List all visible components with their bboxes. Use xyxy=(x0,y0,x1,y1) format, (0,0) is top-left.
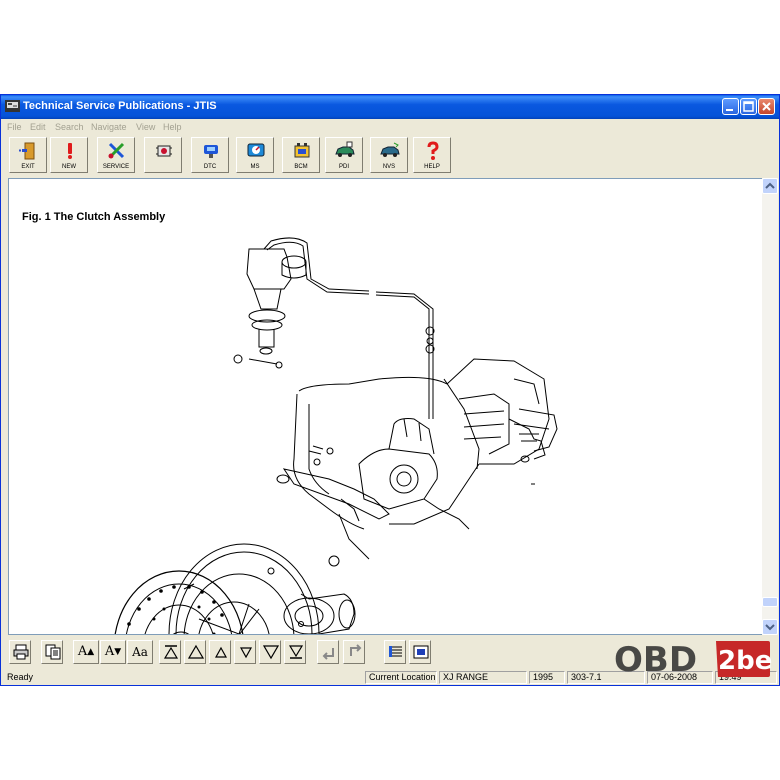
car-inspection-icon xyxy=(335,141,355,157)
battery-module-icon xyxy=(294,143,310,158)
menu-navigate[interactable]: Navigate xyxy=(91,122,127,132)
module-button[interactable] xyxy=(144,137,182,173)
menu-file[interactable]: File xyxy=(7,122,22,132)
ms-label: MS xyxy=(250,164,260,170)
exit-label: EXIT xyxy=(21,164,35,170)
chevron-up-icon xyxy=(765,182,775,189)
model-year: 1995 xyxy=(529,671,565,684)
first-page-button[interactable] xyxy=(159,640,181,664)
pdi-label: PDI xyxy=(338,164,349,170)
window-title: Technical Service Publications - JTIS xyxy=(23,100,217,112)
font-decrease-button[interactable]: A▼ xyxy=(100,640,126,664)
maximize-icon xyxy=(743,101,754,112)
small-triangle-down-icon xyxy=(239,647,253,659)
small-triangle-up-icon xyxy=(214,646,228,658)
service-label: SERVICE xyxy=(102,164,130,170)
document-view[interactable]: Fig. 1 The Clutch Assembly xyxy=(8,178,770,635)
forward-button[interactable] xyxy=(343,640,365,664)
exclamation-icon xyxy=(68,143,72,159)
next-section-button[interactable] xyxy=(259,640,281,664)
window-view-icon xyxy=(413,645,429,659)
help-label: HELP xyxy=(424,164,440,170)
obd2be-watermark: OBD 2be xyxy=(614,640,772,680)
title-bar[interactable]: Technical Service Publications - JTIS xyxy=(1,95,779,119)
close-button[interactable] xyxy=(758,98,775,115)
current-location-value: XJ RANGE xyxy=(439,671,527,684)
chevron-down-icon xyxy=(765,624,775,631)
watermark-obd: OBD xyxy=(614,640,697,680)
back-button[interactable] xyxy=(317,640,339,664)
exit-button[interactable]: EXIT xyxy=(9,137,47,173)
previous-section-button[interactable] xyxy=(184,640,206,664)
new-button[interactable]: NEW xyxy=(50,137,88,173)
clutch-assembly-diagram xyxy=(114,237,558,634)
new-label: NEW xyxy=(62,164,76,170)
menu-search[interactable]: Search xyxy=(55,122,84,132)
printer-icon xyxy=(13,644,29,660)
menu-edit[interactable]: Edit xyxy=(30,122,46,132)
minimize-icon xyxy=(726,109,733,111)
copy-button[interactable] xyxy=(41,640,63,664)
font-increase-button[interactable]: A▲ xyxy=(73,640,99,664)
app-icon xyxy=(5,100,20,112)
bcm-button[interactable]: BCM xyxy=(282,137,320,173)
minimize-button[interactable] xyxy=(722,98,739,115)
nvs-button[interactable]: NVS xyxy=(370,137,408,173)
car-icon xyxy=(380,142,400,157)
bcm-label: BCM xyxy=(294,164,308,170)
dtc-label: DTC xyxy=(203,164,217,170)
pdi-button[interactable]: PDI xyxy=(325,137,363,173)
list-icon xyxy=(389,646,402,657)
toolbar: EXIT NEW SERVICE DTC MS BCM PDI NVS HELP xyxy=(1,135,779,177)
triangle-up-icon xyxy=(188,644,204,659)
arrow-up-icon: ▲ xyxy=(87,647,95,657)
menu-bar: File Edit Search Navigate View Help xyxy=(1,119,779,135)
gear-module-icon xyxy=(156,145,172,157)
fullscreen-button[interactable] xyxy=(409,640,431,664)
back-arrow-icon xyxy=(322,648,334,660)
scroll-down-button[interactable] xyxy=(762,619,778,635)
maximize-button[interactable] xyxy=(740,98,757,115)
triangle-down-icon xyxy=(263,645,279,660)
contents-button[interactable] xyxy=(384,640,406,664)
font-style-button[interactable]: Aa xyxy=(127,640,153,664)
dtc-diagnostic-icon xyxy=(204,145,218,158)
font-decrease-label: A xyxy=(104,644,115,659)
arrow-down-icon: ▼ xyxy=(114,647,122,657)
previous-page-button[interactable] xyxy=(209,640,231,664)
last-page-button[interactable] xyxy=(284,640,306,664)
print-button[interactable] xyxy=(9,640,31,664)
ms-button[interactable]: MS xyxy=(236,137,274,173)
watermark-2be: 2be xyxy=(718,646,772,676)
menu-view[interactable]: View xyxy=(136,122,155,132)
exit-door-icon xyxy=(19,142,35,160)
app-window: Technical Service Publications - JTIS Fi… xyxy=(0,94,780,686)
next-page-button[interactable] xyxy=(234,640,256,664)
copy-pages-icon xyxy=(45,644,61,660)
scroll-up-button[interactable] xyxy=(762,178,778,194)
font-increase-label: A xyxy=(77,644,88,659)
question-icon xyxy=(427,141,439,160)
close-icon xyxy=(762,102,771,111)
forward-arrow-icon xyxy=(350,644,362,656)
menu-help[interactable]: Help xyxy=(163,122,182,132)
status-text: Ready xyxy=(7,672,34,682)
wrench-screwdriver-icon xyxy=(108,142,125,159)
scroll-thumb[interactable] xyxy=(762,597,778,607)
vertical-scrollbar[interactable] xyxy=(762,178,778,635)
last-page-icon xyxy=(288,645,304,659)
current-location-label: Current Location xyxy=(365,671,437,684)
service-button[interactable]: SERVICE xyxy=(97,137,135,173)
meter-icon xyxy=(247,143,265,157)
help-button[interactable]: HELP xyxy=(413,137,451,173)
nvs-label: NVS xyxy=(382,164,396,170)
dtc-button[interactable]: DTC xyxy=(191,137,229,173)
first-page-icon xyxy=(163,645,179,659)
